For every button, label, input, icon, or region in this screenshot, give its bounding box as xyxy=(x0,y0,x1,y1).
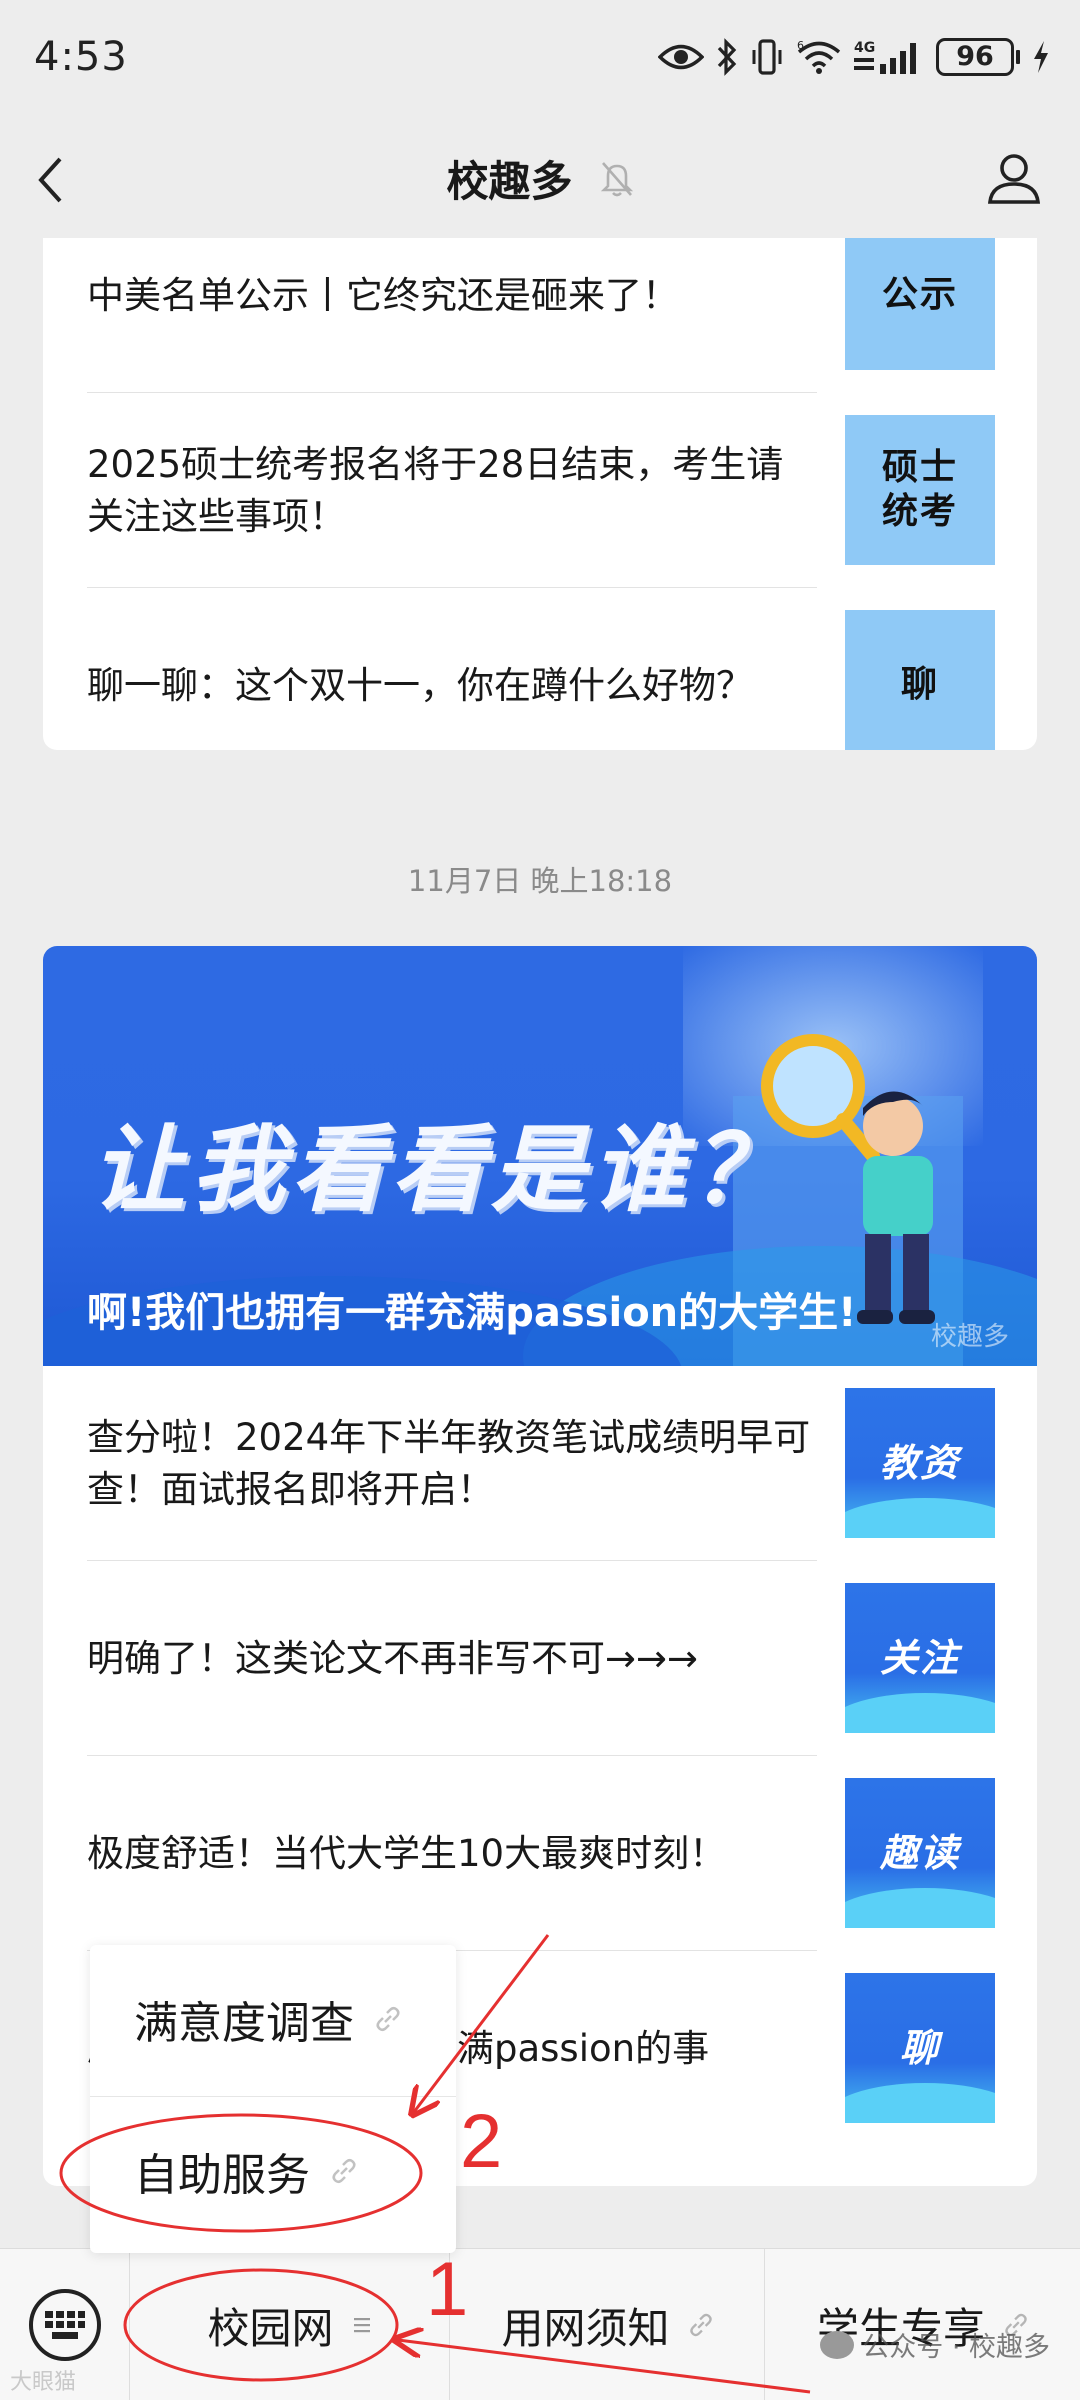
link-icon xyxy=(689,2313,712,2337)
link-icon xyxy=(376,2006,400,2032)
article-title: 聊一聊：这个双十一，你在蹲什么好物？ xyxy=(87,663,753,707)
account-watermark: 公众号 · 校趣多 xyxy=(820,2325,1050,2364)
profile-button[interactable] xyxy=(986,150,1042,210)
status-bar: 4:53 6 4G 96 xyxy=(0,0,1080,120)
thumbnail-text: 趣读 xyxy=(879,1831,960,1875)
article-thumbnail: 硕士统考 xyxy=(845,415,995,565)
submenu-item-satisfaction-survey[interactable]: 满意度调查 xyxy=(90,1945,456,2093)
submenu-item-label: 满意度调查 xyxy=(134,1998,354,2049)
thumbnail-text: 教资 xyxy=(879,1441,960,1485)
article-title: 明确了！这类论文不再非写不可→→→ xyxy=(87,1636,699,1680)
eye-icon xyxy=(658,44,704,70)
article-item[interactable]: 极度舒适！当代大学生10大最爽时刻！ 趣读 xyxy=(87,1756,1037,1951)
nav-title-wrap: 校趣多 xyxy=(0,148,1080,209)
person-icon xyxy=(987,154,1041,204)
thumbnail-text: 聊 xyxy=(899,2026,940,2070)
submenu-list-icon xyxy=(353,2318,370,2333)
article-title: 极度舒适！当代大学生10大最爽时刻！ xyxy=(87,1831,727,1875)
wifi-icon: 6 xyxy=(797,39,841,74)
battery-icon: 96 xyxy=(936,38,1020,76)
status-time: 4:53 xyxy=(34,34,128,80)
article-item[interactable]: 聊一聊：这个双十一，你在蹲什么好物？ 聊 xyxy=(87,588,1037,750)
keyboard-icon xyxy=(44,2311,85,2339)
headline-banner[interactable]: 让我看看是谁？ 啊!我们也拥有一群充满passion的大学生! 校趣多 xyxy=(43,946,1037,1366)
vibrate-icon xyxy=(752,39,782,75)
submenu-item-self-service[interactable]: 自助服务 xyxy=(90,2097,456,2245)
watermark-text: 公众号 · 校趣多 xyxy=(862,2332,1050,2363)
article-thumbnail: 聊 xyxy=(845,610,995,750)
menu-tab-label: 用网须知 xyxy=(501,2303,670,2353)
submenu-popup: 满意度调查 自助服务 xyxy=(90,1945,456,2253)
step-number-2: 2 xyxy=(460,2099,503,2184)
article-thumbnail: 关注 xyxy=(845,1583,995,1733)
nav-bar: 校趣多 xyxy=(0,120,1080,238)
thumbnail-text: 公示 xyxy=(881,274,958,315)
menu-tab-campus-network[interactable]: 校园网 xyxy=(130,2249,450,2400)
network-label: 4G xyxy=(854,40,875,56)
article-title: 查分啦！2024年下半年教资笔试成绩明早可查！面试报名即将开启！ xyxy=(87,1415,811,1511)
article-item[interactable]: 2025硕士统考报名将于28日结束，考生请关注这些事项！ 硕士统考 xyxy=(87,393,1037,588)
message-timestamp: 11月7日 晚上18:18 xyxy=(407,864,673,898)
article-title: 2025硕士统考报名将于28日结束，考生请关注这些事项！ xyxy=(87,442,784,538)
signal-icon: 4G xyxy=(854,40,916,74)
status-icons: 6 4G 96 xyxy=(658,34,1050,80)
article-card: 中美名单公示丨它终究还是砸来了！ 公示 2025硕士统考报名将于28日结束，考生… xyxy=(43,238,1037,750)
bottom-menu-bar: 校园网 用网须知 学生专享 公众号 · 校趣多 xyxy=(0,2248,1080,2400)
wechat-icon xyxy=(820,2330,855,2359)
menu-tab-label: 校园网 xyxy=(207,2303,334,2353)
thumbnail-text: 硕士统考 xyxy=(881,447,958,532)
article-title: 中美名单公示丨它终究还是砸来了！ xyxy=(87,273,679,317)
article-item[interactable]: 明确了！这类论文不再非写不可→→→ 关注 xyxy=(87,1561,1037,1756)
article-thumbnail: 聊 xyxy=(845,1973,995,2123)
battery-level: 96 xyxy=(936,38,1014,76)
page-title: 校趣多 xyxy=(446,157,573,206)
banner-watermark: 校趣多 xyxy=(930,1322,1009,1352)
link-icon xyxy=(332,2158,356,2184)
article-thumbnail: 趣读 xyxy=(845,1778,995,1928)
banner-subtitle: 啊!我们也拥有一群充满passion的大学生! xyxy=(87,1290,857,1336)
thumbnail-text: 聊 xyxy=(900,664,939,705)
charging-icon xyxy=(1034,41,1048,73)
corner-watermark: 大眼猫 xyxy=(10,2370,77,2395)
article-thumbnail: 教资 xyxy=(845,1388,995,1538)
submenu-item-label: 自助服务 xyxy=(134,2150,310,2201)
article-item[interactable]: 查分啦！2024年下半年教资笔试成绩明早可查！面试报名即将开启！ 教资 xyxy=(87,1366,1037,1561)
menu-tab-network-notice[interactable]: 用网须知 xyxy=(451,2249,765,2400)
thumbnail-text: 关注 xyxy=(879,1636,960,1680)
banner-headline: 让我看看是谁？ xyxy=(91,1116,792,1225)
article-item[interactable]: 中美名单公示丨它终究还是砸来了！ 公示 xyxy=(87,238,1037,393)
step-number-1: 1 xyxy=(426,2247,469,2332)
mute-bell-icon xyxy=(600,161,633,196)
sim-label: 6 xyxy=(797,39,804,52)
bluetooth-icon xyxy=(717,38,737,76)
article-thumbnail: 公示 xyxy=(845,238,995,370)
